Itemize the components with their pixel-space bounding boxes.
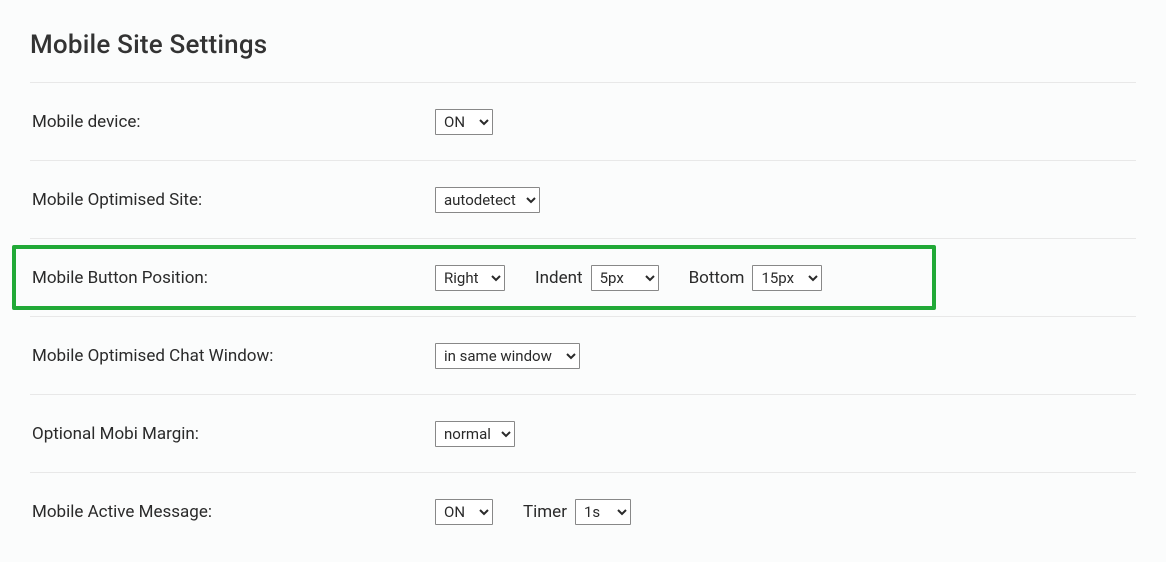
label-mobi-margin: Optional Mobi Margin: bbox=[30, 424, 435, 444]
row-active-message: Mobile Active Message: ON Timer 1s bbox=[30, 472, 1136, 550]
row-mobile-button-position: Mobile Button Position: Right Indent 5px… bbox=[30, 238, 1136, 316]
label-indent: Indent bbox=[535, 268, 583, 288]
row-mobile-optimised-site: Mobile Optimised Site: autodetect bbox=[30, 160, 1136, 238]
controls-mobile-chat-window: in same window bbox=[435, 343, 1136, 369]
label-mobile-button-position: Mobile Button Position: bbox=[30, 268, 435, 288]
label-mobile-optimised-site: Mobile Optimised Site: bbox=[30, 190, 435, 210]
select-button-position-side[interactable]: Right bbox=[435, 265, 505, 291]
page-title: Mobile Site Settings bbox=[30, 30, 1136, 60]
select-mobile-optimised-site[interactable]: autodetect bbox=[435, 187, 540, 213]
select-mobile-chat-window[interactable]: in same window bbox=[435, 343, 580, 369]
label-active-message: Mobile Active Message: bbox=[30, 502, 435, 522]
label-mobile-device: Mobile device: bbox=[30, 112, 435, 132]
select-mobile-device[interactable]: ON bbox=[435, 109, 493, 135]
label-bottom: Bottom bbox=[689, 268, 745, 288]
row-mobile-device: Mobile device: ON bbox=[30, 82, 1136, 160]
controls-mobile-optimised-site: autodetect bbox=[435, 187, 1136, 213]
controls-mobile-button-position: Right Indent 5px Bottom 15px bbox=[435, 265, 1136, 291]
select-mobi-margin[interactable]: normal bbox=[435, 421, 515, 447]
controls-mobile-device: ON bbox=[435, 109, 1136, 135]
select-button-position-indent[interactable]: 5px bbox=[591, 265, 659, 291]
controls-active-message: ON Timer 1s bbox=[435, 499, 1136, 525]
select-active-message[interactable]: ON bbox=[435, 499, 493, 525]
row-mobi-margin: Optional Mobi Margin: normal bbox=[30, 394, 1136, 472]
label-timer: Timer bbox=[523, 502, 567, 522]
label-mobile-chat-window: Mobile Optimised Chat Window: bbox=[30, 346, 435, 366]
row-mobile-chat-window: Mobile Optimised Chat Window: in same wi… bbox=[30, 316, 1136, 394]
controls-mobi-margin: normal bbox=[435, 421, 1136, 447]
select-button-position-bottom[interactable]: 15px bbox=[752, 265, 822, 291]
select-timer[interactable]: 1s bbox=[575, 499, 631, 525]
